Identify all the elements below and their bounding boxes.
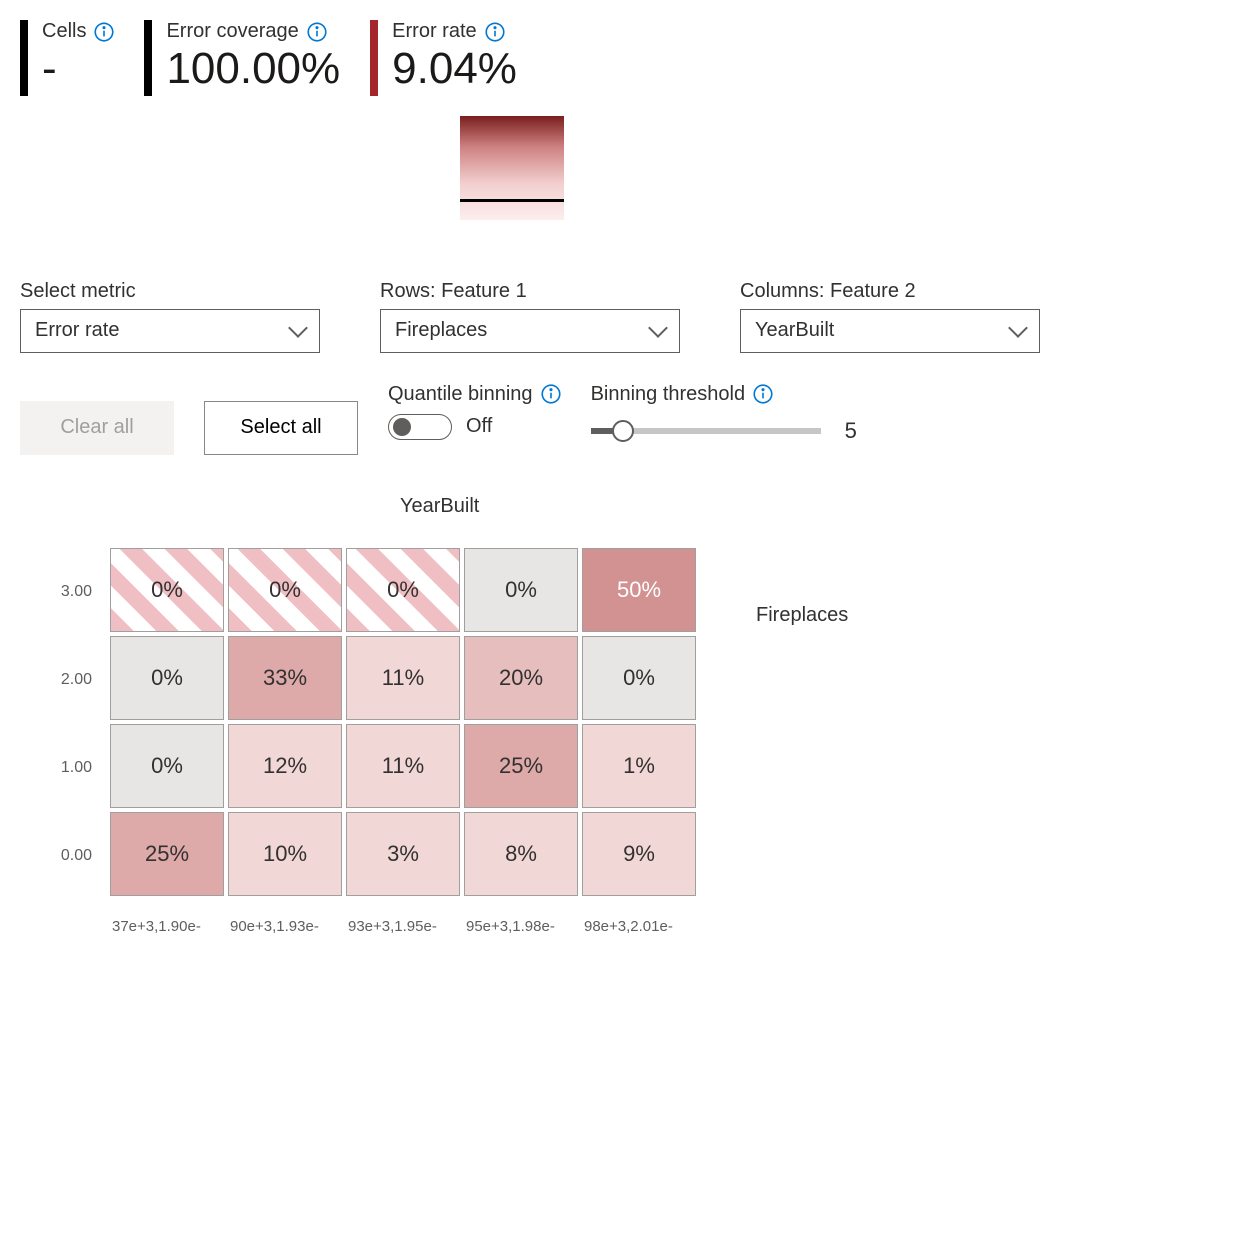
- heatmap-cell[interactable]: 10%: [228, 812, 342, 896]
- heatmap-cell[interactable]: 50%: [582, 548, 696, 632]
- binning-threshold-slider[interactable]: [591, 428, 821, 434]
- heatmap-cell[interactable]: 0%: [110, 636, 224, 720]
- metric-rate-label: Error rate: [392, 20, 476, 43]
- quantile-binning-label: Quantile binning: [388, 383, 533, 406]
- metric-rate: Error rate 9.04%: [370, 20, 517, 96]
- heatmap-cell[interactable]: 0%: [464, 548, 578, 632]
- heatmap-y-label: 3.00: [30, 548, 92, 636]
- select-metric-value: Error rate: [35, 319, 119, 342]
- metric-bar: [370, 20, 378, 96]
- chevron-down-icon: [648, 318, 668, 338]
- heatmap-y-labels: 3.002.001.000.00: [30, 548, 92, 900]
- heatmap-cell[interactable]: 11%: [346, 724, 460, 808]
- metric-coverage-value: 100.00%: [166, 43, 340, 96]
- info-icon[interactable]: [753, 384, 773, 404]
- heatmap-cell[interactable]: 0%: [110, 548, 224, 632]
- select-metric-dropdown[interactable]: Error rate: [20, 309, 320, 353]
- heatmap-cell[interactable]: 8%: [464, 812, 578, 896]
- heatmap-cell[interactable]: 1%: [582, 724, 696, 808]
- metric-cells-label: Cells: [42, 20, 86, 43]
- info-icon[interactable]: [541, 384, 561, 404]
- heatmap-cell[interactable]: 0%: [228, 548, 342, 632]
- heatmap-cell[interactable]: 20%: [464, 636, 578, 720]
- chevron-down-icon: [1008, 318, 1028, 338]
- heatmap-x-label: 95e+3,1.98e-: [466, 918, 584, 935]
- select-metric-label: Select metric: [20, 280, 320, 303]
- heatmap-y-label: 1.00: [30, 724, 92, 812]
- binning-threshold-label: Binning threshold: [591, 383, 746, 406]
- heatmap-row-title: Fireplaces: [756, 604, 848, 627]
- heatmap-cells: 0%0%0%0%50%0%33%11%20%0%0%12%11%25%1%25%…: [110, 548, 696, 896]
- heatmap-cell[interactable]: 12%: [228, 724, 342, 808]
- heatmap-y-label: 2.00: [30, 636, 92, 724]
- toggle-knob: [393, 418, 411, 436]
- color-scale-legend: [460, 116, 564, 220]
- heatmap-x-label: 98e+3,2.01e-: [584, 918, 702, 935]
- heatmap-cell[interactable]: 0%: [110, 724, 224, 808]
- metric-bar: [20, 20, 28, 96]
- quantile-binning-state: Off: [466, 415, 492, 438]
- metric-rate-value: 9.04%: [392, 43, 517, 96]
- quantile-binning-toggle[interactable]: [388, 414, 452, 440]
- heatmap-cell[interactable]: 33%: [228, 636, 342, 720]
- rows-feature-label: Rows: Feature 1: [380, 280, 680, 303]
- metric-coverage-label: Error coverage: [166, 20, 298, 43]
- info-icon[interactable]: [94, 22, 114, 42]
- metrics-row: Cells - Error coverage 100.00% Error rat…: [20, 20, 1238, 96]
- clear-all-button: Clear all: [20, 401, 174, 455]
- metric-coverage: Error coverage 100.00%: [144, 20, 340, 96]
- heatmap-cell[interactable]: 0%: [582, 636, 696, 720]
- slider-handle[interactable]: [612, 420, 634, 442]
- heatmap-x-label: 90e+3,1.93e-: [230, 918, 348, 935]
- heatmap-cell[interactable]: 25%: [464, 724, 578, 808]
- info-icon[interactable]: [485, 22, 505, 42]
- heatmap-cell[interactable]: 0%: [346, 548, 460, 632]
- heatmap-cell[interactable]: 9%: [582, 812, 696, 896]
- heatmap-cell[interactable]: 11%: [346, 636, 460, 720]
- cols-feature-label: Columns: Feature 2: [740, 280, 1040, 303]
- heatmap-cell[interactable]: 25%: [110, 812, 224, 896]
- heatmap-column-title: YearBuilt: [400, 495, 1238, 518]
- info-icon[interactable]: [307, 22, 327, 42]
- heatmap-x-labels: 37e+3,1.90e-90e+3,1.93e-93e+3,1.95e-95e+…: [112, 918, 1238, 935]
- metric-cells-value: -: [42, 43, 114, 96]
- heatmap-cell[interactable]: 3%: [346, 812, 460, 896]
- cols-feature-value: YearBuilt: [755, 319, 834, 342]
- binning-threshold-value: 5: [845, 418, 857, 444]
- chevron-down-icon: [288, 318, 308, 338]
- heatmap-y-label: 0.00: [30, 812, 92, 900]
- heatmap-x-label: 93e+3,1.95e-: [348, 918, 466, 935]
- rows-feature-value: Fireplaces: [395, 319, 487, 342]
- cols-feature-dropdown[interactable]: YearBuilt: [740, 309, 1040, 353]
- metric-cells: Cells -: [20, 20, 114, 96]
- rows-feature-dropdown[interactable]: Fireplaces: [380, 309, 680, 353]
- heatmap-x-label: 37e+3,1.90e-: [112, 918, 230, 935]
- metric-bar: [144, 20, 152, 96]
- select-all-button[interactable]: Select all: [204, 401, 358, 455]
